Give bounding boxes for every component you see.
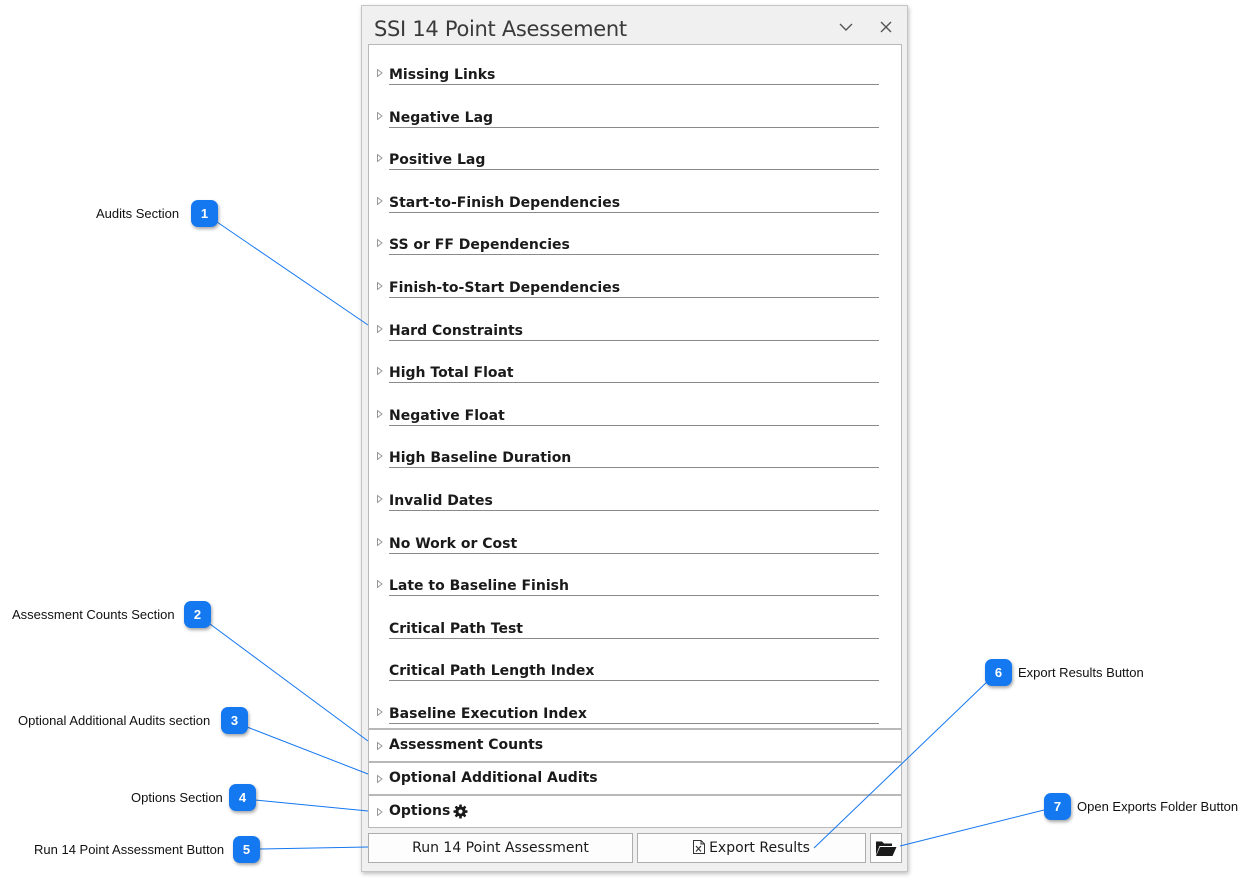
callout-leader-lines <box>209 221 1045 850</box>
leader-line-6 <box>813 679 990 849</box>
callout-label-2: Assessment Counts Section <box>12 607 175 622</box>
leader-line-1 <box>216 221 369 326</box>
callout-label-6: Export Results Button <box>1018 665 1144 680</box>
callout-badge-2: 2 <box>184 601 211 628</box>
leader-line-3 <box>246 726 369 775</box>
callout-badge-4: 4 <box>229 784 256 811</box>
callout-badge-6: 6 <box>985 659 1012 686</box>
callout-label-4: Options Section <box>131 790 223 805</box>
leader-line-7 <box>899 809 1045 847</box>
callout-badge-5: 5 <box>233 836 260 863</box>
callout-badge-3: 3 <box>221 707 248 734</box>
callout-badge-7: 7 <box>1044 793 1071 820</box>
callout-label-1: Audits Section <box>96 206 180 221</box>
leader-line-4 <box>254 799 369 812</box>
leader-line-5 <box>259 846 369 850</box>
callout-label-7: Open Exports Folder Button <box>1077 799 1239 814</box>
callout-badge-1: 1 <box>191 200 218 227</box>
callout-label-5: Run 14 Point Assessment Button <box>34 842 225 857</box>
callout-label-3: Optional Additional Audits section <box>18 713 211 728</box>
